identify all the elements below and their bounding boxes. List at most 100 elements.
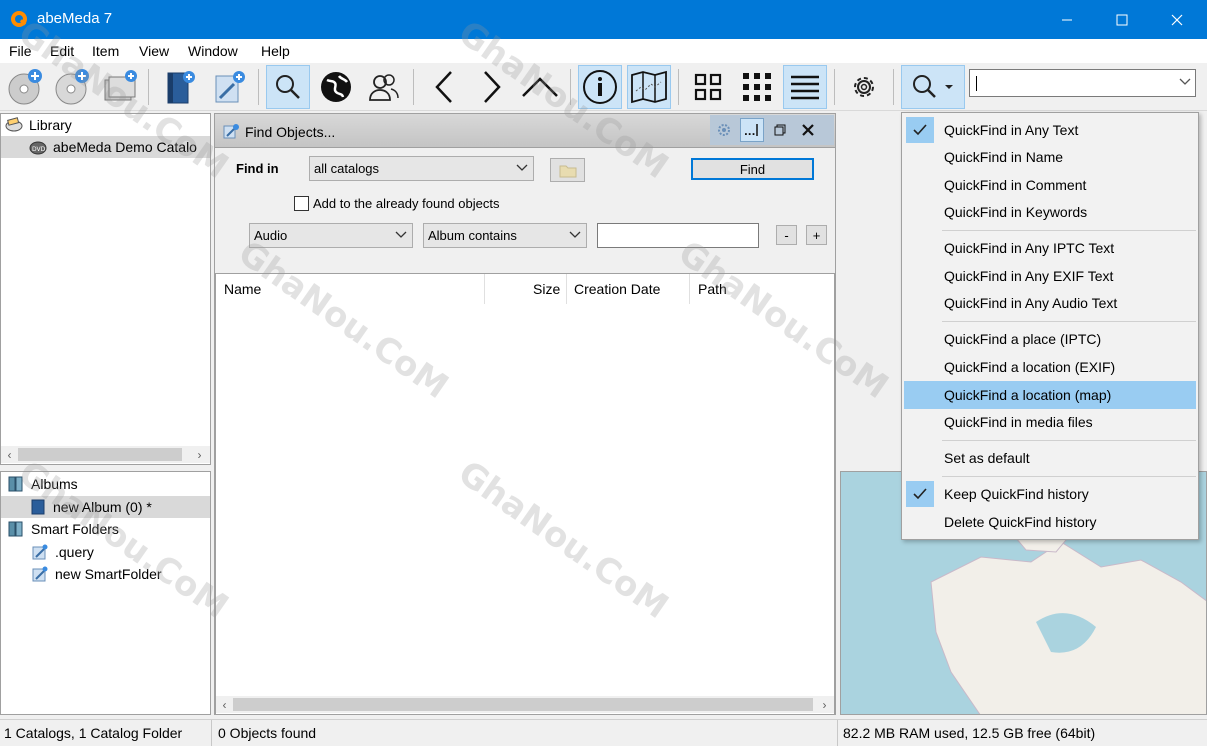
criteria-operator-select[interactable]: Album contains bbox=[423, 223, 587, 248]
find-header-buttons: ... bbox=[710, 115, 834, 145]
add-criteria-button[interactable]: + bbox=[806, 225, 827, 245]
panel-close-button[interactable] bbox=[796, 118, 820, 142]
quickfind-input[interactable] bbox=[969, 69, 1196, 97]
add-disc-alt-button[interactable] bbox=[50, 65, 94, 109]
grid-small-button[interactable] bbox=[735, 65, 779, 109]
toolbar-separator bbox=[893, 69, 894, 105]
globe-button[interactable] bbox=[314, 65, 358, 109]
quickfind-menu: QuickFind in Any Text QuickFind in Name … bbox=[901, 112, 1199, 540]
find-button[interactable]: Find bbox=[691, 158, 814, 180]
menu-keep-history[interactable]: Keep QuickFind history bbox=[904, 481, 1196, 507]
status-bar: 1 Catalogs, 1 Catalog Folder 0 Objects f… bbox=[0, 719, 1207, 746]
column-header-creation-date[interactable]: Creation Date bbox=[574, 281, 660, 297]
back-button[interactable] bbox=[422, 65, 466, 109]
menu-quickfind-audio-text[interactable]: QuickFind in Any Audio Text bbox=[904, 290, 1196, 316]
add-folder-button[interactable] bbox=[98, 65, 142, 109]
info-button[interactable] bbox=[578, 65, 622, 109]
criteria-value-input[interactable] bbox=[597, 223, 759, 248]
smart-folder-icon bbox=[215, 71, 245, 103]
smart-folder-item[interactable]: new SmartFolder bbox=[31, 563, 162, 585]
chevron-down-icon bbox=[516, 164, 528, 171]
column-divider[interactable] bbox=[566, 274, 567, 304]
catalog-item[interactable]: DVD abeMeda Demo Catalo bbox=[1, 136, 210, 158]
library-panel: Library DVD abeMeda Demo Catalo ‹ › bbox=[0, 113, 211, 465]
panel-settings-button[interactable] bbox=[712, 118, 736, 142]
scroll-thumb[interactable] bbox=[18, 448, 182, 461]
menu-help[interactable]: Help bbox=[261, 43, 290, 59]
add-disc-button[interactable] bbox=[3, 65, 47, 109]
scroll-right-icon[interactable]: › bbox=[816, 696, 833, 713]
menu-item[interactable]: Item bbox=[92, 43, 119, 59]
menu-quickfind-location-map[interactable]: QuickFind a location (map) bbox=[904, 381, 1196, 409]
scroll-right-icon[interactable]: › bbox=[191, 446, 208, 463]
albums-icon bbox=[8, 476, 23, 492]
text-caret bbox=[976, 76, 977, 91]
menu-delete-history[interactable]: Delete QuickFind history bbox=[904, 509, 1196, 535]
scroll-left-icon[interactable]: ‹ bbox=[1, 446, 18, 463]
grid-large-button[interactable] bbox=[686, 65, 730, 109]
up-button[interactable] bbox=[518, 65, 562, 109]
smart-folder-button[interactable] bbox=[207, 65, 251, 109]
catalog-button[interactable] bbox=[157, 65, 201, 109]
menu-item-label: Delete QuickFind history bbox=[944, 514, 1097, 530]
list-view-button[interactable] bbox=[783, 65, 827, 109]
remove-criteria-button[interactable]: - bbox=[776, 225, 797, 245]
results-hscrollbar[interactable]: ‹ › bbox=[216, 696, 834, 713]
column-header-name[interactable]: Name bbox=[224, 281, 261, 297]
criteria-type-select[interactable]: Audio bbox=[249, 223, 413, 248]
menu-quickfind-comment[interactable]: QuickFind in Comment bbox=[904, 172, 1196, 198]
quickfind-button[interactable] bbox=[901, 65, 965, 109]
menu-item-label: QuickFind in media files bbox=[944, 414, 1093, 430]
settings-button[interactable] bbox=[842, 65, 886, 109]
browse-catalog-button[interactable] bbox=[550, 158, 585, 182]
menu-file[interactable]: File bbox=[9, 43, 32, 59]
people-button[interactable] bbox=[362, 65, 406, 109]
menu-window[interactable]: Window bbox=[188, 43, 238, 59]
column-divider[interactable] bbox=[689, 274, 690, 304]
menu-quickfind-media-files[interactable]: QuickFind in media files bbox=[904, 409, 1196, 435]
smart-folder-label: .query bbox=[55, 544, 94, 560]
column-header-size[interactable]: Size bbox=[533, 281, 560, 297]
albums-root[interactable]: Albums bbox=[7, 473, 78, 495]
scroll-left-icon[interactable]: ‹ bbox=[216, 696, 233, 713]
menu-separator bbox=[942, 476, 1196, 477]
maximize-button[interactable] bbox=[1094, 0, 1150, 39]
find-in-select[interactable]: all catalogs bbox=[309, 156, 534, 181]
close-icon bbox=[802, 124, 814, 136]
criteria-operator-value: Album contains bbox=[428, 228, 517, 243]
close-button[interactable] bbox=[1149, 0, 1205, 39]
smart-folders-root[interactable]: Smart Folders bbox=[7, 518, 119, 540]
library-hscrollbar[interactable]: ‹ › bbox=[1, 446, 210, 463]
find-panel-header: Find Objects... ... bbox=[215, 114, 835, 148]
panel-rename-button[interactable]: ... bbox=[740, 118, 764, 142]
search-button[interactable] bbox=[266, 65, 310, 109]
minimize-button[interactable] bbox=[1039, 0, 1095, 39]
menu-set-as-default[interactable]: Set as default bbox=[904, 445, 1196, 471]
map-button[interactable] bbox=[627, 65, 671, 109]
menu-edit[interactable]: Edit bbox=[50, 43, 74, 59]
smart-folder-item[interactable]: .query bbox=[31, 541, 94, 563]
find-panel-title: Find Objects... bbox=[245, 124, 336, 140]
title-bar: abeMeda 7 bbox=[0, 0, 1207, 39]
menu-quickfind-iptc-text[interactable]: QuickFind in Any IPTC Text bbox=[904, 235, 1196, 261]
add-found-checkbox[interactable] bbox=[294, 196, 309, 211]
catalog-label: abeMeda Demo Catalo bbox=[53, 139, 197, 155]
album-item[interactable]: new Album (0) * bbox=[1, 496, 210, 518]
menu-quickfind-exif-text[interactable]: QuickFind in Any EXIF Text bbox=[904, 263, 1196, 289]
scroll-thumb[interactable] bbox=[233, 698, 813, 711]
menu-view[interactable]: View bbox=[139, 43, 169, 59]
chevron-down-icon[interactable] bbox=[1179, 78, 1191, 86]
library-root[interactable]: Library bbox=[5, 114, 72, 136]
minimize-icon bbox=[1062, 19, 1072, 20]
menu-quickfind-place-iptc[interactable]: QuickFind a place (IPTC) bbox=[904, 326, 1196, 352]
menu-quickfind-keywords[interactable]: QuickFind in Keywords bbox=[904, 199, 1196, 225]
status-catalogs: 1 Catalogs, 1 Catalog Folder bbox=[4, 725, 183, 741]
column-header-path[interactable]: Path bbox=[698, 281, 727, 297]
menu-quickfind-name[interactable]: QuickFind in Name bbox=[904, 144, 1196, 170]
forward-button[interactable] bbox=[470, 65, 514, 109]
info-icon bbox=[583, 70, 617, 104]
column-divider[interactable] bbox=[484, 274, 485, 304]
menu-quickfind-any-text[interactable]: QuickFind in Any Text bbox=[904, 117, 1196, 143]
panel-restore-button[interactable] bbox=[768, 118, 792, 142]
menu-quickfind-location-exif[interactable]: QuickFind a location (EXIF) bbox=[904, 354, 1196, 380]
